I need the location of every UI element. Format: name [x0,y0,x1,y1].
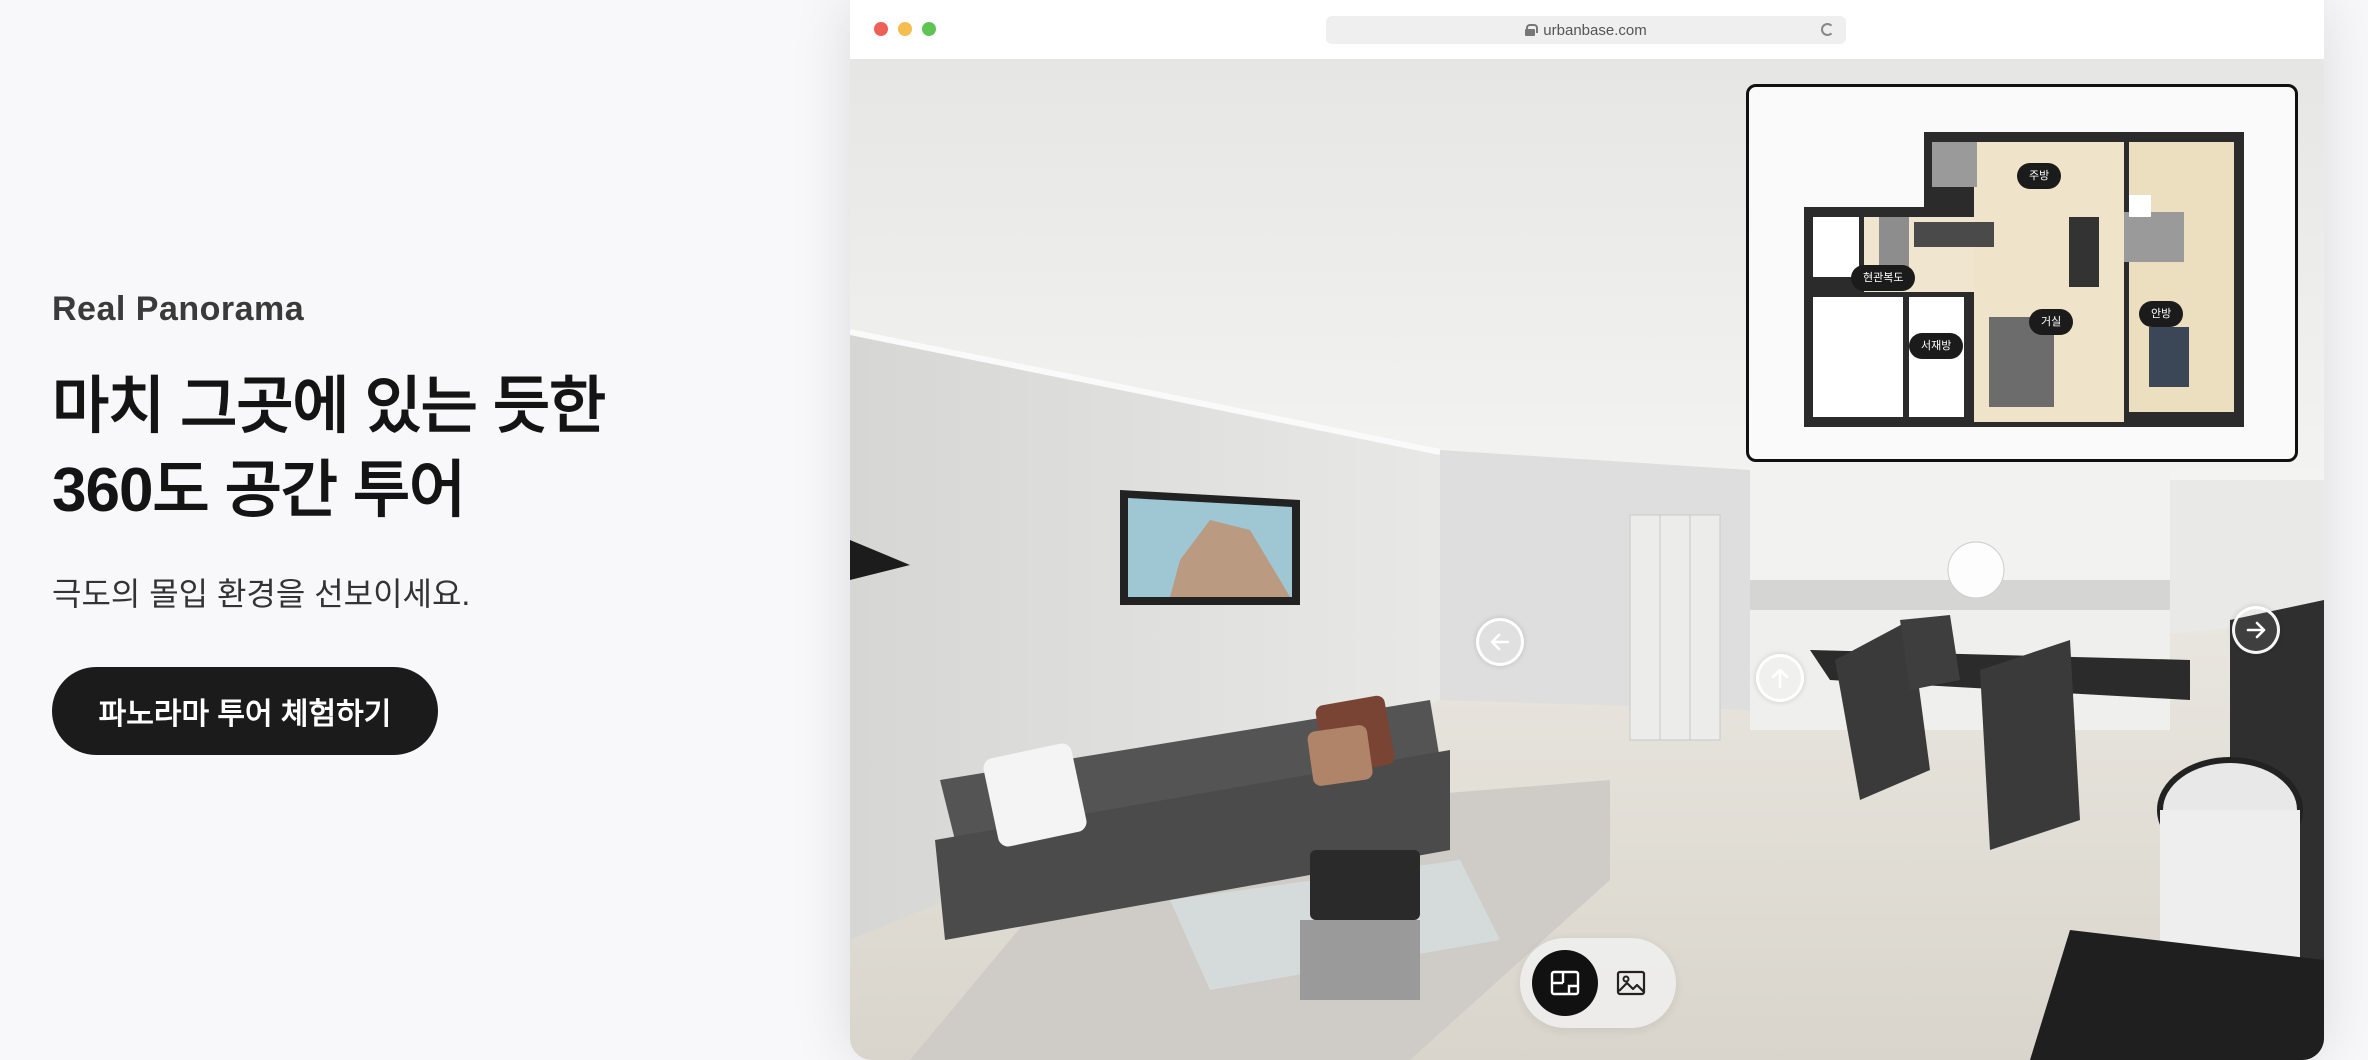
panorama-viewer[interactable]: 주방 현관복도 거실 안방 서재방 [850,60,2324,1060]
floorplan-toggle-button[interactable] [1532,950,1598,1016]
room-label-master[interactable]: 안방 [2139,301,2184,327]
photo-toggle-button[interactable] [1598,950,1664,1016]
room-label-entrance[interactable]: 현관복도 [1851,265,1916,291]
floorplan-minimap[interactable]: 주방 현관복도 거실 안방 서재방 [1746,84,2298,462]
panorama-tour-button[interactable]: 파노라마 투어 체험하기 [52,667,438,755]
floorplan-icon [1550,970,1580,996]
headline: 마치 그곳에 있는 듯한 360도 공간 투어 [52,365,772,533]
move-left-button[interactable] [1476,618,1524,666]
address-bar[interactable]: urbanbase.com [1326,16,1846,44]
headline-line-1: 마치 그곳에 있는 듯한 [52,372,606,441]
maximize-window-button[interactable] [922,22,936,36]
minimize-window-button[interactable] [898,22,912,36]
arrow-up-icon [1771,668,1789,689]
floorplan-drawing [1804,132,2244,427]
hero-section: Real Panorama 마치 그곳에 있는 듯한 360도 공간 투어 극도… [52,290,772,755]
reload-icon[interactable] [1821,23,1834,36]
browser-titlebar: urbanbase.com [850,0,2324,60]
url-text: urbanbase.com [1543,21,1647,39]
view-toolbar [1520,938,1676,1028]
room-label-kitchen[interactable]: 주방 [2017,163,2062,189]
move-right-button[interactable] [2232,606,2280,654]
headline-line-2: 360도 공간 투어 [52,456,466,525]
room-label-living[interactable]: 거실 [2029,309,2074,335]
browser-window: urbanbase.com 주방 현관복도 거실 안방 서재방 [850,0,2324,1060]
image-icon [1616,970,1646,996]
eyebrow-label: Real Panorama [52,290,305,328]
room-label-study[interactable]: 서재방 [1909,333,1964,359]
arrow-right-icon [2246,621,2266,639]
subcopy: 극도의 몰입 환경을 선보이세요. [52,576,471,612]
move-forward-button[interactable] [1756,654,1804,702]
arrow-left-icon [1490,633,1510,651]
close-window-button[interactable] [874,22,888,36]
lock-icon [1525,24,1539,36]
